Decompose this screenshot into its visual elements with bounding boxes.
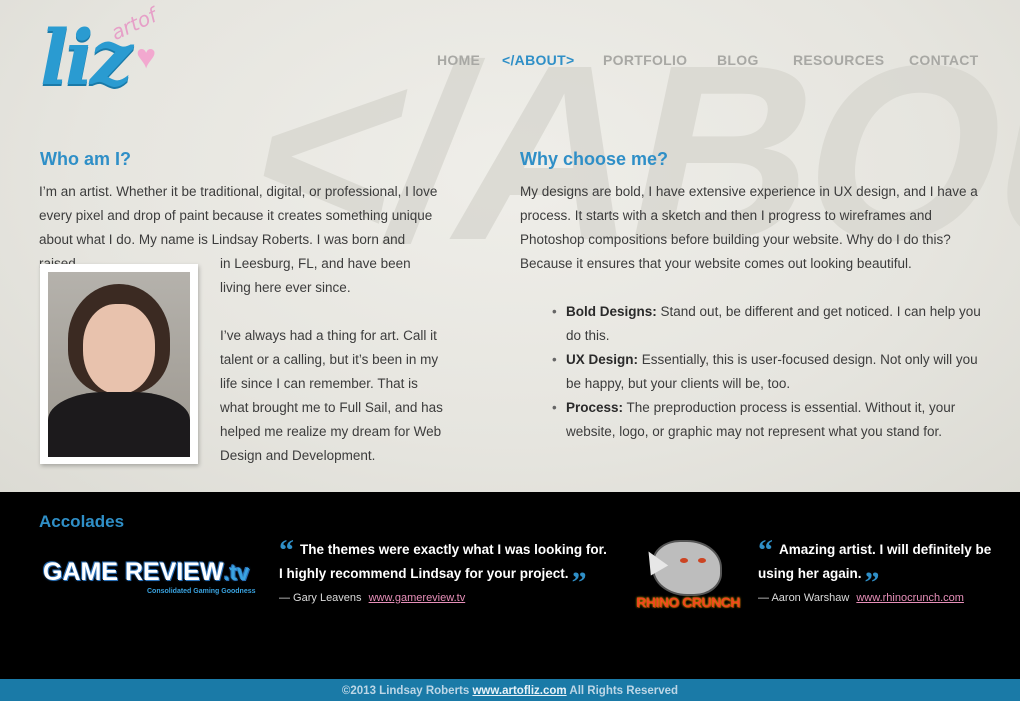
open-quote-icon: “ xyxy=(279,534,294,567)
reason-text: The preproduction process is essential. … xyxy=(566,400,956,439)
nav-contact[interactable]: CONTACT xyxy=(909,52,979,68)
why-intro: My designs are bold, I have extensive ex… xyxy=(520,184,978,271)
close-quote-icon: ” xyxy=(571,566,587,599)
close-quote-icon: ” xyxy=(864,566,880,599)
nav-blog[interactable]: BLOG xyxy=(717,52,759,68)
who-intro-continued: in Leesburg, FL, and have been living he… xyxy=(220,256,411,295)
testimonial-gamereview: “The themes were exactly what I was look… xyxy=(279,536,609,605)
footer-copyright: ©2013 Lindsay Roberts xyxy=(341,685,470,697)
game-review-logo: GAME REVIEW.tv Consolidated Gaming Goodn… xyxy=(43,558,256,595)
testimonial-author: — Gary Leavens xyxy=(279,592,362,604)
reason-title: Process: xyxy=(566,400,624,415)
footer: ©2013 Lindsay Roberts www.artofliz.com A… xyxy=(0,679,1020,701)
nav-about[interactable]: </ABOUT> xyxy=(502,52,574,68)
nav-portfolio[interactable]: PORTFOLIO xyxy=(603,52,687,68)
rhino-crunch-logo: RHINO CRUNCH xyxy=(636,540,740,612)
list-item: Process: The preproduction process is es… xyxy=(552,396,982,444)
nav-home[interactable]: HOME xyxy=(437,52,480,68)
footer-site-link[interactable]: www.artofliz.com xyxy=(472,685,566,697)
testimonial-quote: The themes were exactly what I was looki… xyxy=(279,542,607,581)
testimonial-cite: — Gary Leavens www.gamereview.tv xyxy=(279,592,609,604)
list-item: Bold Designs: Stand out, be different an… xyxy=(552,300,982,348)
footer-rights: All Rights Reserved xyxy=(569,685,679,697)
list-item: UX Design: Essentially, this is user-foc… xyxy=(552,348,982,396)
profile-photo xyxy=(40,264,198,464)
who-heading: Who am I? xyxy=(40,149,131,169)
accolades-heading: Accolades xyxy=(39,512,125,531)
gamereview-link[interactable]: www.gamereview.tv xyxy=(369,592,466,604)
open-quote-icon: “ xyxy=(758,534,773,567)
who-paragraph-2: I’ve always had a thing for art. Call it… xyxy=(220,328,443,463)
reason-title: Bold Designs: xyxy=(566,304,657,319)
about-section: </ABOU liz artof ♥ HOME </ABOUT> PORTFOL… xyxy=(0,0,1020,492)
accolades-section: Accolades GAME REVIEW.tv Consolidated Ga… xyxy=(0,492,1020,679)
testimonial-author: — Aaron Warshaw xyxy=(758,592,850,604)
nav-resources[interactable]: RESOURCES xyxy=(793,52,884,68)
why-heading: Why choose me? xyxy=(520,149,669,169)
main-nav: HOME </ABOUT> PORTFOLIO BLOG RESOURCES C… xyxy=(0,52,1020,72)
reasons-list: Bold Designs: Stand out, be different an… xyxy=(552,300,982,444)
reason-title: UX Design: xyxy=(566,352,639,367)
testimonial-rhinocrunch: “Amazing artist. I will definitely be us… xyxy=(758,536,998,605)
